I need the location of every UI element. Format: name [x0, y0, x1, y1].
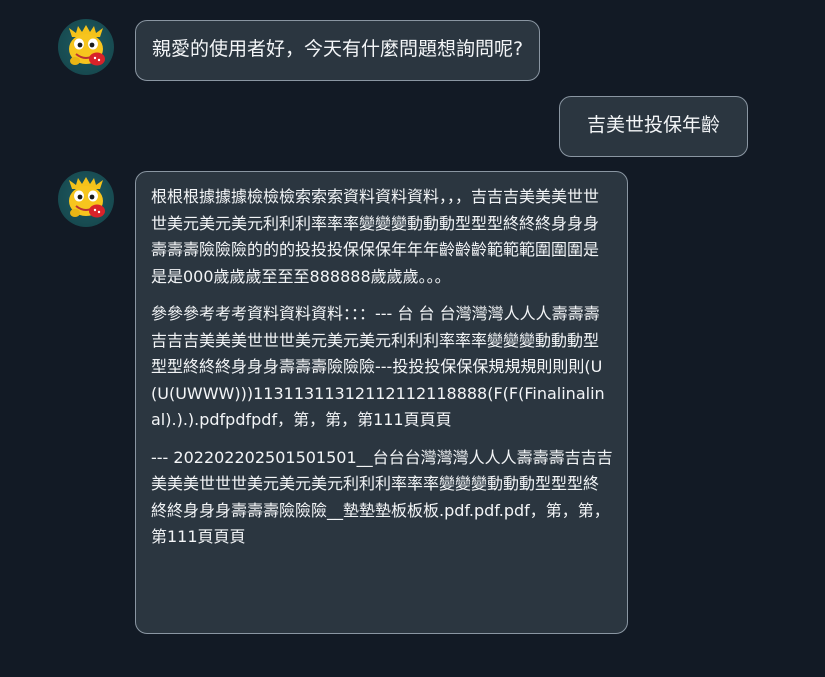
assistant-greeting-text: 親愛的使用者好，今天有什麼問題想詢問呢?: [152, 38, 524, 60]
answer-paragraph: 根根根據據據檢檢檢索索索資料資料資料，，，吉吉吉美美美世世世美元美元美元利利利率…: [151, 187, 600, 286]
user-question-text: 吉美世投保年齡: [586, 114, 720, 136]
assistant-avatar-icon: [58, 171, 114, 227]
assistant-answer-bubble: 根根根據據據檢檢檢索索索資料資料資料，，，吉吉吉美美美世世世美元美元美元利利利率…: [135, 171, 628, 634]
reference-paragraph: 參參參考考考資料資料資料：：：--- 台 台 台灣灣灣人人人壽壽壽吉吉吉美美美世…: [151, 304, 605, 429]
reference-paragraph: --- 202202202501501501__台台台灣灣灣人人人壽壽壽吉吉吉美…: [151, 447, 613, 547]
chat-transcript: 親愛的使用者好，今天有什麼問題想詢問呢? 吉美世投保年齡 根根根據據據檢檢檢索索…: [0, 0, 825, 677]
assistant-avatar-icon: [58, 19, 114, 75]
user-message-bubble: 吉美世投保年齡: [559, 96, 748, 157]
assistant-message-bubble: 親愛的使用者好，今天有什麼問題想詢問呢?: [135, 20, 541, 81]
